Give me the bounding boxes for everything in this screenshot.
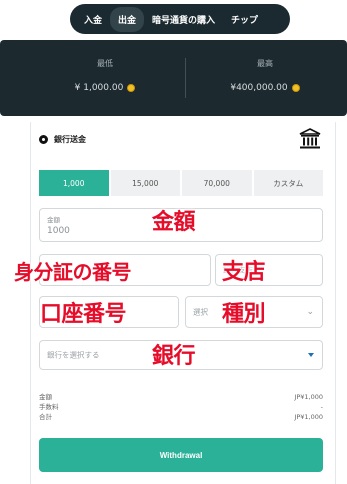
min-limit-label: 最低 <box>97 59 113 68</box>
max-limit-label: 最高 <box>257 59 273 68</box>
annotation-bank: 銀行 <box>152 344 196 369</box>
coin-icon <box>127 84 136 92</box>
annotation-account-type: 種別 <box>222 302 266 327</box>
account-type-placeholder: 選択 <box>193 307 208 317</box>
amount-field-value: 1000 <box>47 226 70 236</box>
tab-pill: 入金 出金 暗号通貨の購入 チップ <box>70 4 290 34</box>
amount-preset-custom[interactable]: カスタム <box>253 170 323 196</box>
annotation-amount: 金額 <box>152 210 196 235</box>
bank-select-placeholder: 銀行を選択する <box>47 350 100 360</box>
annotation-account-number: 口座番号 <box>40 302 127 327</box>
summary-value: - <box>320 403 323 411</box>
amount-preset-group: 1,000 15,000 70,000 カスタム <box>39 170 323 196</box>
min-limit: 最低 ¥ 1,000.00 <box>20 58 190 94</box>
top-tab-bar: 入金 出金 暗号通貨の購入 チップ <box>0 0 347 40</box>
summary-label: 合計 <box>39 413 52 421</box>
max-limit-value: ¥400,000.00 <box>230 83 288 93</box>
withdrawal-button[interactable]: Withdrawal <box>39 438 323 472</box>
amount-preset-70000[interactable]: 70,000 <box>182 170 252 196</box>
summary-value: JP¥1,000 <box>294 393 323 401</box>
summary-block: 金額 JP¥1,000 手数料 - 合計 JP¥1,000 <box>39 392 323 422</box>
summary-value: JP¥1,000 <box>294 413 323 421</box>
bank-icon <box>299 128 321 149</box>
payment-method-label: 銀行送金 <box>54 135 86 144</box>
summary-label: 金額 <box>39 393 52 401</box>
tab-tip[interactable]: チップ <box>223 7 266 32</box>
summary-row: 手数料 - <box>39 402 323 412</box>
limits-panel: 最低 ¥ 1,000.00 最高 ¥400,000.00 <box>0 40 347 116</box>
summary-row: 合計 JP¥1,000 <box>39 412 323 422</box>
tab-withdraw[interactable]: 出金 <box>110 6 145 32</box>
tab-deposit[interactable]: 入金 <box>76 7 110 32</box>
payment-method-row[interactable]: 銀行送金 <box>39 134 86 145</box>
annotation-id-number: 身分証の番号 <box>14 260 132 284</box>
amount-preset-1000[interactable]: 1,000 <box>39 170 109 196</box>
amount-preset-15000[interactable]: 15,000 <box>110 170 180 196</box>
max-limit: 最高 ¥400,000.00 <box>180 58 347 94</box>
coin-icon <box>291 84 300 92</box>
summary-row: 金額 JP¥1,000 <box>39 392 323 402</box>
max-limit-value-wrap: ¥400,000.00 <box>230 83 300 93</box>
chevron-down-icon: ⌄ <box>306 307 314 317</box>
radio-selected-icon[interactable] <box>39 135 48 144</box>
annotation-branch: 支店 <box>222 260 266 285</box>
tab-buy-crypto[interactable]: 暗号通貨の購入 <box>144 7 223 32</box>
min-limit-value-wrap: ¥ 1,000.00 <box>75 83 136 93</box>
amount-field-label: 金額 <box>47 216 60 224</box>
min-limit-value: ¥ 1,000.00 <box>74 83 124 93</box>
dropdown-caret-icon <box>308 353 314 357</box>
summary-label: 手数料 <box>39 403 59 411</box>
